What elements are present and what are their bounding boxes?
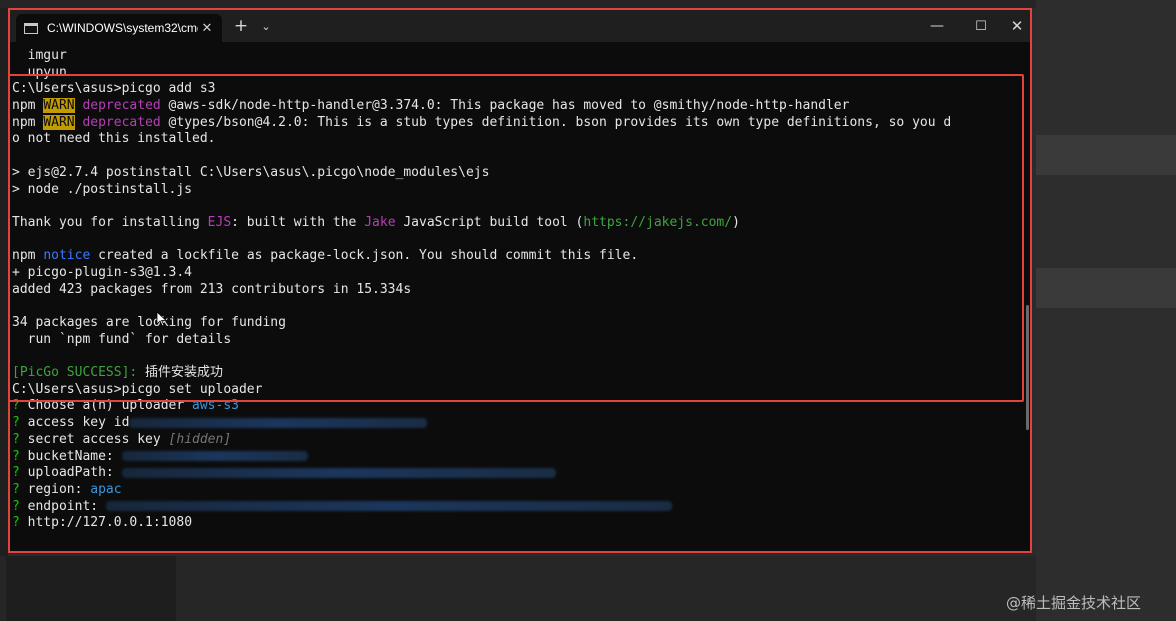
chevron-down-icon[interactable]: ⌄	[258, 14, 274, 38]
background-list-row	[1036, 268, 1176, 308]
terminal-line: imgur	[12, 48, 67, 63]
terminal-icon	[24, 22, 38, 34]
minimize-button[interactable]: —	[922, 14, 952, 38]
background-app-header	[0, 0, 1176, 8]
tab-bar: C:\WINDOWS\system32\cmd. ✕ + ⌄ — ☐ ✕	[10, 10, 1030, 42]
background-app-edge	[0, 8, 8, 621]
terminal-line: upyun	[12, 64, 67, 80]
prompt-label: Choose a(n) uploader	[19, 398, 193, 414]
question-mark: ?	[12, 498, 20, 514]
prompt-label: http://127.0.0.1:1080	[19, 515, 193, 531]
deprecated-label: deprecated	[74, 114, 161, 130]
prompt-label: bucketName:	[19, 448, 122, 464]
terminal-line: > ejs@2.7.4 postinstall C:\Users\asus\.p…	[12, 164, 490, 180]
terminal-line: run `npm fund` for details	[12, 331, 232, 347]
question-mark: ?	[12, 481, 20, 497]
text: : built with the	[231, 214, 365, 230]
terminal-line: npm notice created a lockfile as package…	[12, 248, 1020, 265]
redacted-value	[121, 451, 308, 461]
terminal-line: o not need this installed.	[12, 131, 216, 147]
notice-label: notice	[43, 248, 91, 264]
terminal-line: [PicGo SUCCESS]: 插件安装成功	[12, 365, 1020, 382]
jake-label: Jake	[364, 214, 396, 230]
scrollbar-thumb[interactable]	[1026, 305, 1029, 430]
prompt-hint: [hidden]	[168, 431, 232, 447]
tab-title: C:\WINDOWS\system32\cmd.	[47, 21, 198, 35]
notice-message: created a lockfile as package-lock.json.…	[90, 248, 639, 264]
tab-cmd[interactable]: C:\WINDOWS\system32\cmd. ✕	[16, 14, 222, 42]
npm-prefix: npm	[12, 114, 44, 130]
terminal-output[interactable]: imgur upyun C:\Users\asus>picgo add s3 npm…	[12, 48, 1020, 550]
terminal-line: ? bucketName:	[12, 449, 1020, 466]
question-mark: ?	[12, 448, 20, 464]
mouse-cursor-icon	[156, 311, 168, 327]
jake-url-link: https://jakejs.com/	[583, 214, 733, 230]
maximize-button[interactable]: ☐	[966, 14, 996, 38]
terminal-line: ? Choose a(n) uploader aws-s3	[12, 398, 1020, 415]
prompt-label: region:	[19, 481, 91, 497]
text: JavaScript build tool (	[395, 214, 584, 230]
redacted-value	[129, 417, 428, 428]
warn-message: @types/bson@4.2.0: This is a stub types …	[160, 114, 952, 130]
terminal-line: + picgo-plugin-s3@1.3.4	[12, 264, 193, 280]
question-mark: ?	[12, 515, 20, 531]
background-panel	[6, 556, 176, 621]
prompt-label: endpoint:	[19, 498, 106, 514]
background-list-row	[1036, 135, 1176, 175]
close-button[interactable]: ✕	[1003, 14, 1030, 38]
success-message: 插件安装成功	[137, 365, 224, 381]
terminal-line: ? secret access key [hidden]	[12, 432, 1020, 449]
terminal-line: added 423 packages from 213 contributors…	[12, 281, 412, 297]
prompt-label: access key id	[19, 415, 130, 431]
prompt-label: uploadPath:	[19, 465, 122, 481]
terminal-line: ? region: apac	[12, 482, 1020, 499]
prompt-value: apac	[90, 481, 122, 497]
success-tag: [PicGo SUCCESS]:	[12, 365, 138, 381]
warn-message: @aws-sdk/node-http-handler@3.374.0: This…	[160, 98, 850, 114]
background-app-footer	[0, 556, 1036, 621]
question-mark: ?	[12, 415, 20, 431]
npm-prefix: npm	[12, 98, 44, 114]
warn-label: WARN	[43, 114, 75, 130]
background-app-panel	[1036, 0, 1176, 621]
question-mark: ?	[12, 431, 20, 447]
redacted-value	[105, 501, 672, 512]
terminal-line: ? http://127.0.0.1:1080	[12, 515, 1020, 532]
terminal-line: npm WARN deprecated @aws-sdk/node-http-h…	[12, 98, 1020, 115]
terminal-line: ? uploadPath:	[12, 465, 1020, 482]
question-mark: ?	[12, 465, 20, 481]
text: )	[732, 214, 740, 230]
new-tab-button[interactable]: +	[232, 14, 250, 38]
ejs-label: EJS	[207, 214, 232, 230]
terminal-window: C:\WINDOWS\system32\cmd. ✕ + ⌄ — ☐ ✕ img…	[8, 8, 1032, 553]
terminal-line: C:\Users\asus>picgo add s3	[12, 81, 216, 97]
terminal-line: C:\Users\asus>picgo set uploader	[12, 381, 263, 397]
prompt-label: secret access key	[19, 431, 169, 447]
npm-prefix: npm	[12, 248, 44, 264]
terminal-line: ? endpoint:	[12, 499, 1020, 516]
prompt-value: aws-s3	[192, 398, 239, 414]
terminal-line: > node ./postinstall.js	[12, 181, 193, 197]
deprecated-label: deprecated	[74, 98, 161, 114]
warn-label: WARN	[43, 98, 75, 114]
terminal-line: npm WARN deprecated @types/bson@4.2.0: T…	[12, 114, 1020, 132]
terminal-line: Thank you for installing EJS: built with…	[12, 215, 1020, 232]
redacted-value	[121, 467, 556, 478]
tab-close-icon[interactable]: ✕	[198, 20, 216, 36]
watermark: @稀土掘金技术社区	[1006, 594, 1142, 612]
terminal-line: ? access key id	[12, 415, 1020, 432]
question-mark: ?	[12, 398, 20, 414]
text: Thank you for installing	[12, 214, 208, 230]
